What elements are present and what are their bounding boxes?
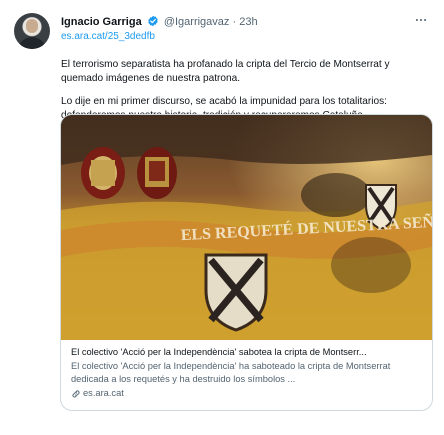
author-handle[interactable]: @Igarrigavaz — [164, 16, 230, 28]
link-icon — [72, 389, 80, 398]
card-title[interactable]: El colectivo 'Acció per la Independència… — [71, 346, 422, 359]
card-body: El colectivo 'Acció per la Independència… — [71, 346, 422, 400]
tweet-actions-area — [60, 414, 431, 434]
card-description: El colectivo 'Acció per la Independència… — [71, 361, 391, 384]
more-options-icon[interactable] — [414, 13, 428, 27]
card-domain: es.ara.cat — [83, 388, 124, 398]
card-domain-row[interactable]: es.ara.cat — [71, 387, 422, 400]
coat-of-arms-left — [81, 147, 125, 199]
avatar-shoulders — [18, 37, 46, 49]
tweet: Ignacio Garriga @Igarrigavaz · 23h es.ar… — [0, 0, 444, 435]
link-card[interactable]: ELS REQUETÉ DE NUESTRA SEÑ El colectivo … — [60, 114, 433, 411]
tweet-header: Ignacio Garriga @Igarrigavaz · 23h — [61, 14, 424, 30]
author-name[interactable]: Ignacio Garriga — [61, 16, 142, 28]
avatar-face — [26, 19, 38, 33]
card-image[interactable]: ELS REQUETÉ DE NUESTRA SEÑ — [61, 115, 432, 340]
tweet-link[interactable]: es.ara.cat/25_3dedfb — [61, 30, 155, 44]
tweet-time[interactable]: 23h — [239, 16, 257, 28]
verified-badge-icon — [148, 15, 158, 27]
shield-center — [204, 253, 268, 332]
tweet-paragraph-1: El terrorismo separatista ha profanado l… — [61, 59, 390, 84]
coat-of-arms-right — [137, 147, 177, 199]
avatar[interactable] — [14, 13, 50, 49]
